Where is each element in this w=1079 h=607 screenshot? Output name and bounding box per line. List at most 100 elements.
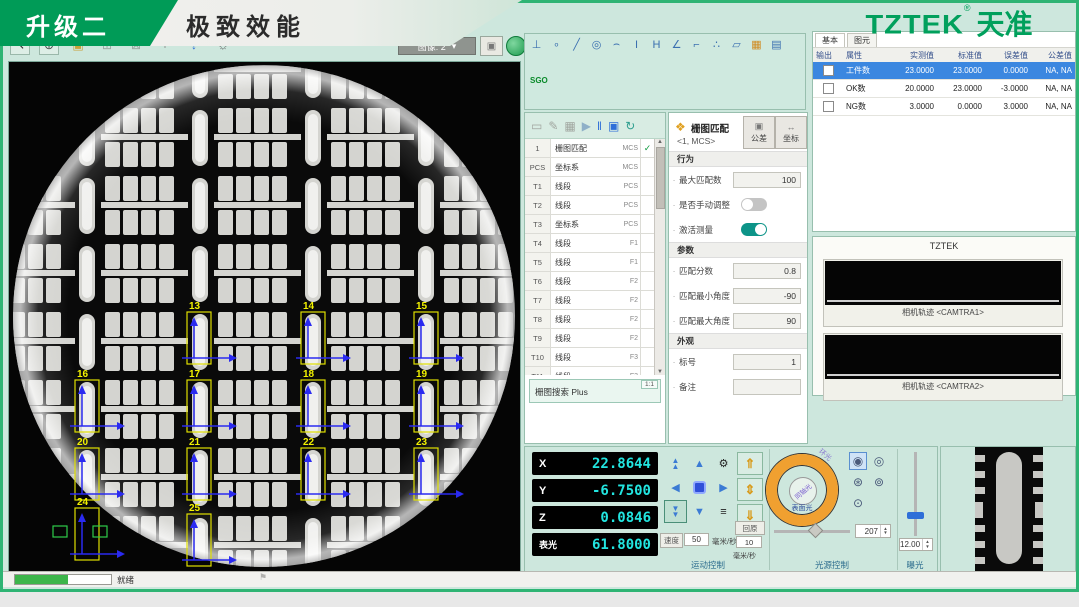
point-icon[interactable]: ∘ bbox=[549, 37, 564, 52]
field-input[interactable]: 100 bbox=[733, 172, 801, 188]
surface-light-mode[interactable]: ⊛ bbox=[849, 473, 867, 491]
jog-stop-button[interactable] bbox=[688, 476, 711, 499]
snapshot-button[interactable]: ▣ bbox=[480, 36, 503, 56]
speed-input[interactable]: 50 bbox=[684, 533, 709, 546]
checkbox[interactable] bbox=[823, 101, 834, 112]
step-check[interactable] bbox=[640, 158, 654, 176]
scrollbar-thumb[interactable] bbox=[656, 147, 665, 209]
circle-icon[interactable]: ◎ bbox=[589, 37, 604, 52]
coaxial-light-circle: 同轴光 bbox=[789, 477, 817, 505]
field-input[interactable] bbox=[733, 379, 801, 395]
jog-down-button[interactable]: ▼ bbox=[688, 500, 711, 523]
plane-icon[interactable]: ▱ bbox=[729, 37, 744, 52]
output-checkbox[interactable] bbox=[813, 80, 843, 97]
camera-image-view[interactable]: 13141516171819202122232425 bbox=[8, 61, 521, 572]
field-toggle[interactable] bbox=[741, 223, 767, 236]
spinner-arrows-icon[interactable]: ▲▼ bbox=[922, 539, 932, 550]
run-icon[interactable]: ▶ bbox=[582, 119, 591, 133]
refresh-icon[interactable]: ↻ bbox=[625, 119, 635, 133]
step-check[interactable]: ✓ bbox=[640, 139, 654, 157]
sequence-footer[interactable]: 栅图搜索 Plus 1:1 bbox=[529, 379, 661, 403]
aux-step-icon[interactable]: ⇕ bbox=[737, 478, 763, 501]
light-value-spinner[interactable]: 207 ▲▼ bbox=[855, 524, 891, 538]
jog-settings-button[interactable]: ⚙ bbox=[712, 452, 735, 475]
aux-raise-icon[interactable]: ⇑ bbox=[737, 452, 763, 475]
home-button[interactable]: 回原 bbox=[735, 521, 765, 535]
sequence-row[interactable]: T2线段PCS bbox=[525, 196, 654, 215]
jog-down-fast-button[interactable]: ▼▼ bbox=[664, 500, 687, 523]
table-row[interactable]: NG数3.00000.00003.0000NA, NA bbox=[813, 98, 1075, 116]
step-check[interactable] bbox=[640, 272, 654, 290]
table-row[interactable]: 工件数23.000023.00000.0000NA, NA bbox=[813, 62, 1075, 80]
result-icon[interactable]: ▣ bbox=[608, 119, 619, 133]
step-check[interactable] bbox=[640, 196, 654, 214]
step-check[interactable] bbox=[640, 367, 654, 375]
sequence-row[interactable]: T1线段PCS bbox=[525, 177, 654, 196]
sequence-row[interactable]: T7线段F2 bbox=[525, 291, 654, 310]
jog-up-button[interactable]: ▲ bbox=[688, 452, 711, 475]
width-icon[interactable]: H bbox=[649, 37, 664, 52]
step-check[interactable] bbox=[640, 310, 654, 328]
coordinate-icon[interactable]: ⊥ bbox=[529, 37, 544, 52]
step-check[interactable] bbox=[640, 177, 654, 195]
step-check[interactable] bbox=[640, 234, 654, 252]
field-toggle[interactable] bbox=[741, 198, 767, 211]
sequence-row[interactable]: T3坐标系PCS bbox=[525, 215, 654, 234]
checkbox[interactable] bbox=[823, 83, 834, 94]
pattern-icon[interactable]: ▦ bbox=[749, 37, 764, 52]
jog-up-fast-button[interactable]: ▲▲ bbox=[664, 452, 687, 475]
home-speed-input[interactable]: 10 bbox=[736, 536, 762, 548]
sequence-row[interactable]: T10线段F3 bbox=[525, 348, 654, 367]
combined-light-mode[interactable]: ⊚ bbox=[870, 473, 888, 491]
step-check[interactable] bbox=[640, 291, 654, 309]
output-checkbox[interactable] bbox=[813, 98, 843, 115]
output-checkbox[interactable] bbox=[813, 62, 843, 79]
distance-icon[interactable]: I bbox=[629, 37, 644, 52]
angle-icon[interactable]: ∠ bbox=[669, 37, 684, 52]
scroll-down-icon[interactable]: ▼ bbox=[657, 369, 663, 375]
sequence-row[interactable]: 1栅图匹配MCS✓ bbox=[525, 139, 654, 158]
sequence-row[interactable]: T5线段F1 bbox=[525, 253, 654, 272]
jog-left-button[interactable]: ◀ bbox=[664, 476, 687, 499]
sequence-row[interactable]: T8线段F2 bbox=[525, 310, 654, 329]
fillet-icon[interactable]: ⌐ bbox=[689, 37, 704, 52]
line-icon[interactable]: ╱ bbox=[569, 37, 584, 52]
spot-light-mode[interactable]: ⊙ bbox=[849, 494, 867, 512]
exposure-slider[interactable] bbox=[914, 452, 917, 536]
step-check[interactable] bbox=[640, 253, 654, 271]
header-cell: 实测值 bbox=[889, 48, 937, 63]
step-check[interactable] bbox=[640, 329, 654, 347]
sequence-row[interactable]: T11线段F3 bbox=[525, 367, 654, 375]
calculator-icon[interactable]: ▤ bbox=[769, 37, 784, 52]
sequence-row[interactable]: T4线段F1 bbox=[525, 234, 654, 253]
field-input[interactable]: 90 bbox=[733, 313, 801, 329]
sequence-row[interactable]: T6线段F2 bbox=[525, 272, 654, 291]
jog-config-button[interactable]: ≡ bbox=[712, 500, 735, 523]
jog-right-button[interactable]: ▶ bbox=[712, 476, 735, 499]
exposure-spinner[interactable]: 12.00 ▲▼ bbox=[899, 538, 933, 551]
step-check[interactable] bbox=[640, 215, 654, 233]
checkbox[interactable] bbox=[823, 65, 834, 76]
sequence-row[interactable]: T9线段F2 bbox=[525, 329, 654, 348]
exposure-slider-handle[interactable] bbox=[907, 512, 924, 519]
sequence-scrollbar[interactable]: ▲ ▼ bbox=[654, 139, 665, 375]
step-check[interactable] bbox=[640, 348, 654, 366]
globe-icon[interactable] bbox=[506, 36, 526, 56]
scroll-up-icon[interactable]: ▲ bbox=[657, 139, 663, 145]
edit-icon[interactable]: ✎ bbox=[548, 119, 558, 133]
ring-light-mode[interactable]: ◉ bbox=[849, 452, 867, 470]
field-input[interactable]: -90 bbox=[733, 288, 801, 304]
coaxial-light-mode[interactable]: ◎ bbox=[870, 452, 888, 470]
tolerance-button[interactable]: ▣ 公差 bbox=[743, 116, 775, 149]
save-icon[interactable]: ▦ bbox=[564, 119, 575, 133]
pause-icon[interactable]: ‖ bbox=[597, 119, 602, 133]
scatter-icon[interactable]: ∴ bbox=[709, 37, 724, 52]
coordinate-button[interactable]: ↔ 坐标 bbox=[775, 116, 807, 149]
field-input[interactable]: 1 bbox=[733, 354, 801, 370]
arc-icon[interactable]: ⌢ bbox=[609, 37, 624, 52]
spinner-arrows-icon[interactable]: ▲▼ bbox=[880, 525, 890, 537]
field-input[interactable]: 0.8 bbox=[733, 263, 801, 279]
copy-icon[interactable]: ▭ bbox=[531, 119, 542, 133]
table-row[interactable]: OK数20.000023.0000-3.0000NA, NA bbox=[813, 80, 1075, 98]
sequence-row[interactable]: PCS坐标系MCS bbox=[525, 158, 654, 177]
